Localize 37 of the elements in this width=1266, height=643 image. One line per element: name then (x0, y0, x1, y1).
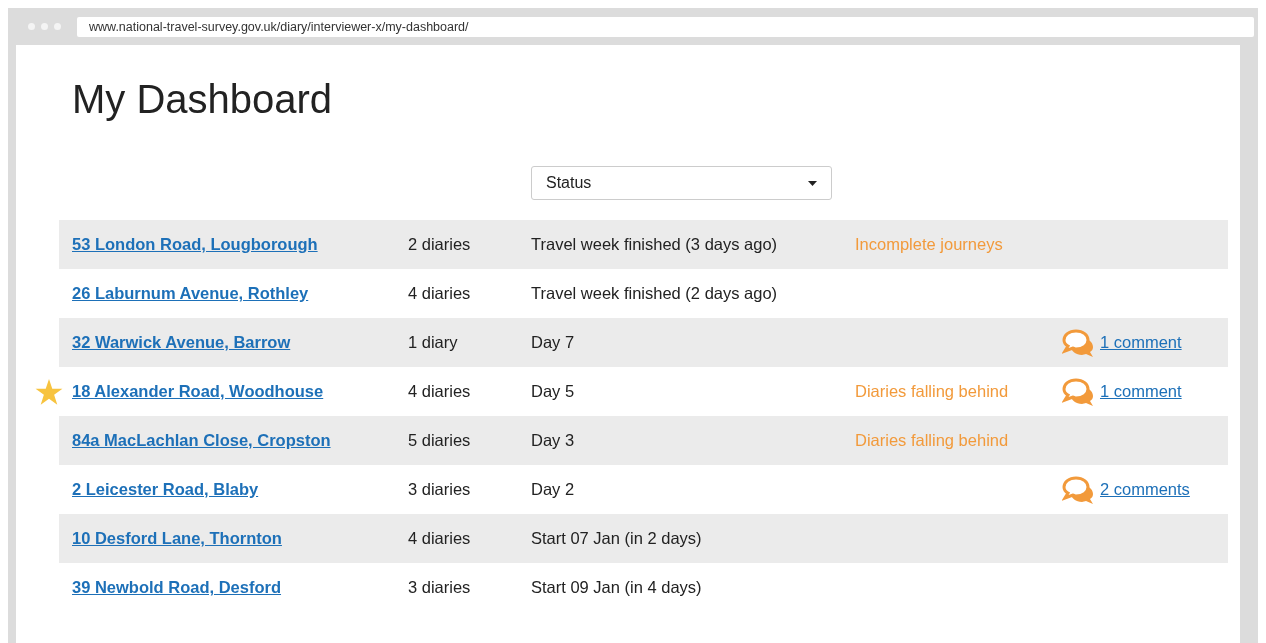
address-link[interactable]: 84a MacLachlan Close, Cropston (72, 431, 331, 450)
status-text: Start 07 Jan (in 2 days) (531, 529, 703, 548)
diary-count: 3 diaries (408, 480, 472, 499)
window-dot (54, 23, 61, 30)
diary-count: 5 diaries (408, 431, 472, 450)
comments-link[interactable]: 1 comment (1100, 382, 1182, 401)
page-title: My Dashboard (72, 77, 334, 122)
status-text: Day 7 (531, 333, 576, 352)
comments-link[interactable]: 1 comment (1100, 333, 1182, 352)
diary-count: 1 diary (408, 333, 459, 352)
window-dot (28, 23, 35, 30)
address-link[interactable]: 26 Laburnum Avenue, Rothley (72, 284, 309, 303)
diary-count: 2 diaries (408, 235, 472, 254)
address-link[interactable]: 18 Alexander Road, Woodhouse (72, 382, 324, 401)
address-link[interactable]: 39 Newbold Road, Desford (72, 578, 282, 597)
status-dropdown[interactable]: Status (531, 166, 832, 200)
alert-text: Diaries falling behind (855, 431, 1010, 450)
address-link[interactable]: 53 London Road, Lougborough (72, 235, 318, 254)
diary-count: 4 diaries (408, 529, 472, 548)
status-text: Start 09 Jan (in 4 days) (531, 578, 703, 597)
caret-icon (808, 180, 817, 186)
diary-count: 4 diaries (408, 284, 472, 303)
window-dot (41, 23, 48, 30)
status-text: Day 2 (531, 480, 576, 499)
comments-link[interactable]: 2 comments (1100, 480, 1190, 499)
alert-text: Incomplete journeys (855, 235, 1004, 254)
diary-count: 3 diaries (408, 578, 472, 597)
address-bar[interactable]: www.national-travel-survey.gov.uk/diary/interviewer-x/my-dashboard/ (77, 16, 1254, 37)
diary-count: 4 diaries (408, 382, 472, 401)
status-text: Day 3 (531, 431, 576, 450)
alert-text: Diaries falling behind (855, 382, 1010, 401)
address-link[interactable]: 2 Leicester Road, Blaby (72, 480, 259, 499)
status-text: Travel week finished (2 days ago) (531, 284, 779, 303)
address-link[interactable]: 32 Warwick Avenue, Barrow (72, 333, 291, 352)
status-text: Travel week finished (3 days ago) (531, 235, 779, 254)
status-text: Day 5 (531, 382, 576, 401)
address-link[interactable]: 10 Desford Lane, Thornton (72, 529, 282, 548)
